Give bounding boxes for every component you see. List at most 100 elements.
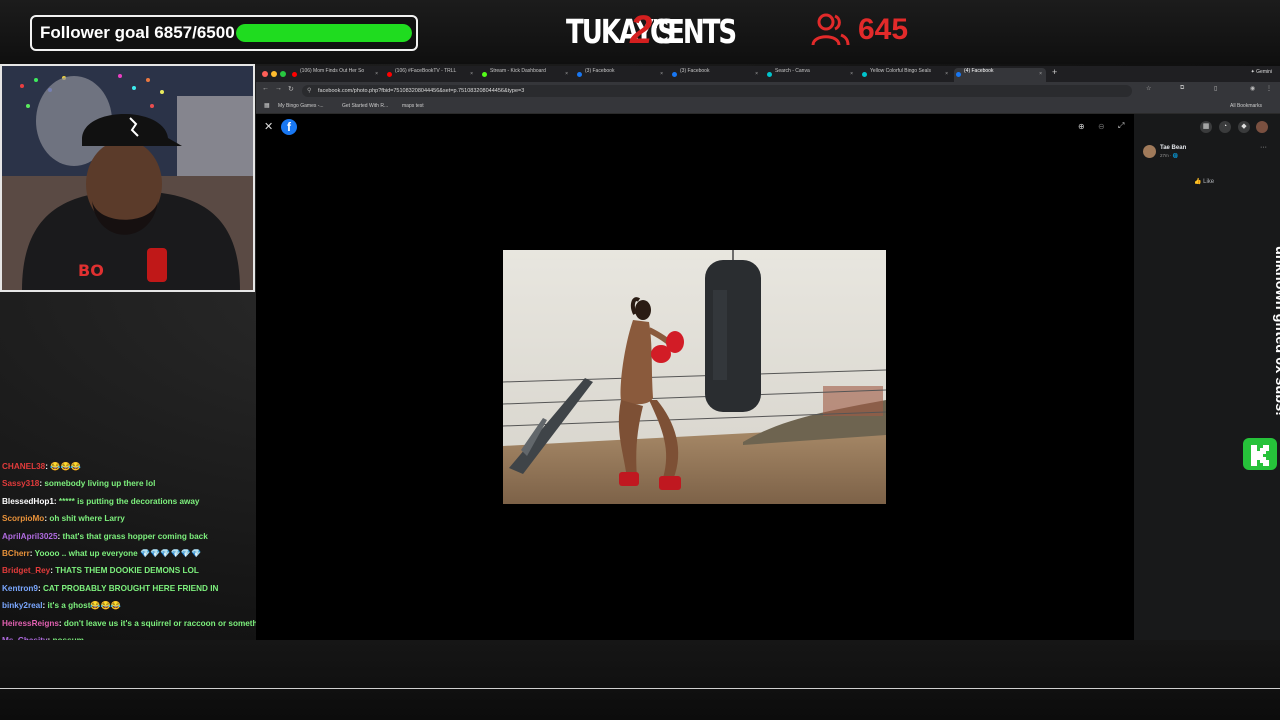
- window-zoom-button[interactable]: [280, 71, 286, 77]
- tab-favicon-icon: [956, 72, 961, 77]
- post-timestamp[interactable]: 27m · 🌐: [1160, 153, 1178, 159]
- tab-close-icon[interactable]: ×: [945, 71, 948, 77]
- messenger-icon[interactable]: ◔: [1219, 121, 1231, 133]
- post-author-name[interactable]: Tae Bean: [1160, 145, 1186, 151]
- close-icon[interactable]: ✕: [264, 120, 273, 133]
- browser-tab[interactable]: Stream - Kick Dashboard ×: [480, 68, 572, 82]
- account-avatar[interactable]: [1256, 121, 1268, 133]
- chat-message: Bridget_Rey: THATS THEM DOOKIE DEMONS LO…: [0, 566, 270, 583]
- window-close-button[interactable]: [262, 71, 268, 77]
- facebook-logo-icon[interactable]: f: [281, 119, 297, 135]
- chat-username[interactable]: Bridget_Rey: [2, 566, 50, 575]
- bookmark-item[interactable]: My Bingo Games -...: [278, 103, 324, 109]
- tab-close-icon[interactable]: ×: [850, 71, 853, 77]
- tab-close-icon[interactable]: ×: [755, 71, 758, 77]
- chat-username[interactable]: binky2real: [2, 601, 43, 610]
- tab-close-icon[interactable]: ×: [565, 71, 568, 77]
- tab-label: (4) Facebook: [964, 68, 994, 74]
- menu-icon[interactable]: ⋮: [1266, 85, 1272, 92]
- tab-close-icon[interactable]: ×: [660, 71, 663, 77]
- chat-text: CAT PROBABLY BROUGHT HERE FRIEND IN: [42, 583, 219, 593]
- chat-message: AprilApril3025: that's that grass hopper…: [0, 532, 270, 549]
- browser-tab[interactable]: (106) Mom Finds Out Her So ×: [290, 68, 382, 82]
- browser-window: (106) Mom Finds Out Her So × (106) #FaceBo…: [256, 66, 1280, 640]
- chat-username[interactable]: BCherr: [2, 549, 30, 558]
- gemini-label: Gemini: [1256, 69, 1272, 75]
- browser-tab[interactable]: Yellow Colorful Bingo Seals ×: [860, 68, 952, 82]
- chat-username[interactable]: ScorpioMo: [2, 514, 44, 523]
- tab-label: (3) Facebook: [585, 68, 615, 74]
- sidepanel-icon[interactable]: ▯: [1214, 85, 1217, 92]
- tab-label: Search - Canva: [775, 68, 810, 74]
- all-bookmarks-button[interactable]: All Bookmarks: [1230, 103, 1262, 109]
- browser-tab[interactable]: (4) Facebook ×: [954, 68, 1046, 82]
- chat-text: don't leave us it's a squirrel or raccoo…: [63, 618, 270, 628]
- bookmark-item[interactable]: Get Started With R...: [342, 103, 388, 109]
- chat-username[interactable]: BlessedHop1: [2, 497, 54, 506]
- chat-message: Kentron9: CAT PROBABLY BROUGHT HERE FRIE…: [0, 584, 270, 601]
- tab-favicon-icon: [292, 72, 297, 77]
- top-overlay-bar: Follower goal 6857/6500 TUKAY'S 2 CENTS …: [0, 0, 1280, 64]
- like-button[interactable]: 👍 Like: [1194, 178, 1214, 185]
- post-photo: [503, 250, 886, 504]
- tab-favicon-icon: [387, 72, 392, 77]
- tab-close-icon[interactable]: ×: [375, 71, 378, 77]
- tab-label: (3) Facebook: [680, 68, 710, 74]
- chat-message: binky2real: it's a ghost😂😂😂: [0, 601, 270, 618]
- chat-username[interactable]: AprilApril3025: [2, 532, 58, 541]
- chat-username[interactable]: Sassy318: [2, 479, 39, 488]
- chat-message: ScorpioMo: oh shit where Larry: [0, 514, 270, 531]
- boxing-photo-image: [503, 250, 886, 504]
- tab-favicon-icon: [862, 72, 867, 77]
- tab-label: Yellow Colorful Bingo Seals: [870, 68, 931, 74]
- chat-message: BlessedHop1: ***** is putting the decora…: [0, 497, 270, 514]
- back-arrow-icon[interactable]: ←: [262, 85, 269, 92]
- extensions-icon[interactable]: ⧉: [1180, 85, 1184, 92]
- fullscreen-icon[interactable]: ⤢: [1118, 121, 1124, 131]
- streamer-webcam-image: BO: [2, 66, 253, 290]
- forward-arrow-icon[interactable]: →: [275, 85, 282, 92]
- tab-close-icon[interactable]: ×: [470, 71, 473, 77]
- browser-tab[interactable]: Search - Canva ×: [765, 68, 857, 82]
- webcam-feed: BO: [0, 64, 255, 292]
- new-tab-icon[interactable]: +: [1052, 67, 1057, 77]
- tab-label: (106) Mom Finds Out Her So: [300, 68, 365, 74]
- chat-text: THATS THEM DOOKIE DEMONS LOL: [55, 566, 199, 576]
- bottom-overlay-bar: [0, 640, 1280, 720]
- browser-tab[interactable]: (3) Facebook ×: [670, 68, 762, 82]
- viewers-icon: [811, 13, 850, 46]
- profile-icon[interactable]: ◉: [1250, 85, 1255, 92]
- tab-favicon-icon: [577, 72, 582, 77]
- chat-username[interactable]: Kentron9: [2, 584, 38, 593]
- browser-tab[interactable]: (106) #FaceBookTV - TRLL ×: [385, 68, 477, 82]
- svg-text:BO: BO: [78, 261, 104, 280]
- site-info-icon[interactable]: ⚲: [307, 87, 311, 94]
- avatar[interactable]: [1143, 145, 1156, 158]
- url-field[interactable]: ⚲ facebook.com/photo.php?fbid=7510832080…: [302, 85, 1132, 97]
- notifications-icon[interactable]: ◆: [1238, 121, 1250, 133]
- tab-favicon-icon: [767, 72, 772, 77]
- window-minimize-button[interactable]: [271, 71, 277, 77]
- zoom-in-icon[interactable]: ⊕: [1078, 122, 1085, 131]
- chat-username[interactable]: CHANEL38: [2, 462, 45, 471]
- more-options-icon[interactable]: ···: [1260, 144, 1267, 151]
- tab-strip: (106) Mom Finds Out Her So × (106) #FaceBo…: [256, 66, 1280, 82]
- bookmark-item[interactable]: maps test: [402, 103, 424, 109]
- bookmarks-bar: ▦ My Bingo Games -... Get Started With R…: [256, 100, 1280, 114]
- browser-tab[interactable]: (3) Facebook ×: [575, 68, 667, 82]
- zoom-out-icon[interactable]: ⊖: [1098, 122, 1105, 131]
- chat-text: ***** is putting the decorations away: [58, 496, 200, 506]
- chat-text: it's a ghost😂😂😂: [47, 601, 122, 611]
- reload-icon[interactable]: ↻: [288, 85, 294, 93]
- tab-label: (106) #FaceBookTV - TRLL: [395, 68, 457, 74]
- follower-goal-fill: [236, 24, 412, 42]
- bookmark-star-icon[interactable]: ☆: [1146, 85, 1151, 92]
- apps-grid-icon[interactable]: ▦: [264, 102, 270, 109]
- follower-goal-label: Follower goal 6857/6500: [40, 23, 235, 42]
- chat-username[interactable]: HeiressReigns: [2, 619, 59, 628]
- url-text: facebook.com/photo.php?fbid=751083208044…: [318, 88, 525, 94]
- tab-close-icon[interactable]: ×: [1039, 71, 1042, 77]
- gemini-button[interactable]: ✦ Gemini: [1251, 69, 1272, 75]
- menu-grid-icon[interactable]: ▦: [1200, 121, 1212, 133]
- chat-message: CHANEL38: 😂😂😂: [0, 462, 270, 479]
